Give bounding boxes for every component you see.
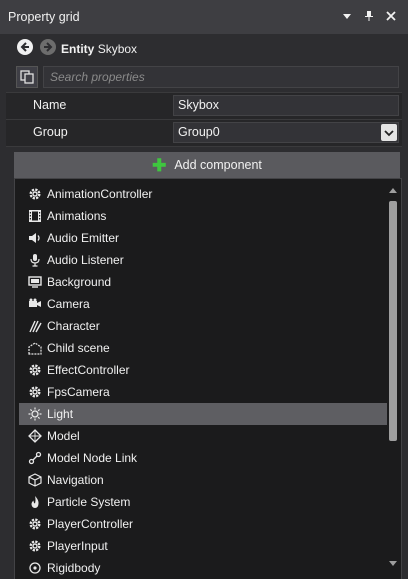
film-icon (27, 208, 43, 224)
scroll-down-icon[interactable] (387, 557, 399, 571)
component-item-label: Camera (47, 297, 90, 311)
model-icon (27, 428, 43, 444)
component-dropdown: AnimationController Animations Audio Emitt… (14, 178, 402, 579)
component-item-label: FpsCamera (47, 385, 110, 399)
component-item-camera[interactable]: Camera (19, 293, 387, 315)
component-item-audio-emitter[interactable]: Audio Emitter (19, 227, 387, 249)
pin-icon[interactable] (361, 8, 377, 24)
camera-icon (27, 296, 43, 312)
dropdown-menu-icon[interactable] (339, 8, 355, 24)
component-item-navigation[interactable]: Navigation (19, 469, 387, 491)
add-component-label: Add component (174, 158, 262, 172)
scroll-thumb[interactable] (389, 201, 397, 441)
back-arrow-icon[interactable] (17, 39, 33, 55)
component-item-label: Rigidbody (47, 561, 101, 575)
name-value: Skybox (178, 98, 219, 112)
component-item-label: Child scene (47, 341, 110, 355)
group-select[interactable]: Group0 (173, 122, 399, 143)
panel-titlebar: Property grid (0, 0, 408, 34)
search-input[interactable] (43, 66, 399, 88)
component-item-label: Light (47, 407, 74, 421)
gear-icon (27, 538, 43, 554)
component-item-label: EffectController (47, 363, 130, 377)
component-item-playerinput[interactable]: PlayerInput (19, 535, 387, 557)
gear-icon (27, 384, 43, 400)
component-item-playercontroller[interactable]: PlayerController (19, 513, 387, 535)
search-row (0, 62, 408, 92)
component-item-fpscamera[interactable]: FpsCamera (19, 381, 387, 403)
component-item-label: Audio Listener (47, 253, 124, 267)
add-component-button[interactable]: ✚ Add component (14, 152, 400, 178)
component-item-label: Audio Emitter (47, 231, 120, 245)
microphone-icon (27, 252, 43, 268)
component-item-label: Character (47, 319, 100, 333)
speaker-icon (27, 230, 43, 246)
component-item-particle-system[interactable]: Particle System (19, 491, 387, 513)
component-item-label: PlayerInput (47, 539, 108, 553)
component-item-label: Background (47, 275, 112, 289)
component-item-label: PlayerController (47, 517, 134, 531)
component-item-character[interactable]: Character (19, 315, 387, 337)
component-item-rigidbody[interactable]: Rigidbody (19, 557, 387, 579)
light-icon (27, 406, 43, 422)
component-item-label: Particle System (47, 495, 131, 509)
component-item-child-scene[interactable]: Child scene (19, 337, 387, 359)
entity-nav-bar: Entity Skybox (0, 34, 408, 62)
component-item-label: Model Node Link (47, 451, 138, 465)
component-item-model[interactable]: Model (19, 425, 387, 447)
entity-type: Entity (61, 42, 95, 56)
component-item-animationcontroller[interactable]: AnimationController (19, 183, 387, 205)
component-item-label: Model (47, 429, 80, 443)
component-item-audio-listener[interactable]: Audio Listener (19, 249, 387, 271)
panel-title: Property grid (8, 10, 80, 24)
vertical-scrollbar[interactable] (387, 183, 399, 579)
entity-name: Skybox (97, 42, 138, 56)
monitor-icon (27, 274, 43, 290)
name-field[interactable]: Skybox (173, 95, 399, 116)
component-item-background[interactable]: Background (19, 271, 387, 293)
component-item-light[interactable]: Light (19, 403, 387, 425)
gear-icon (27, 516, 43, 532)
component-item-animations[interactable]: Animations (19, 205, 387, 227)
component-item-label: Navigation (47, 473, 104, 487)
character-icon (27, 318, 43, 334)
gear-icon (27, 362, 43, 378)
close-icon[interactable] (383, 8, 399, 24)
child-scene-icon (27, 340, 43, 356)
chevron-down-icon[interactable] (381, 124, 397, 141)
plus-icon: ✚ (152, 155, 167, 175)
link-icon (27, 450, 43, 466)
component-item-effectcontroller[interactable]: EffectController (19, 359, 387, 381)
gear-icon (27, 186, 43, 202)
flame-icon (27, 494, 43, 510)
property-row-name: Name Skybox (6, 93, 402, 120)
copy-properties-icon[interactable] (16, 66, 38, 88)
group-value: Group0 (178, 125, 220, 139)
rigidbody-icon (27, 560, 43, 576)
component-item-model-node-link[interactable]: Model Node Link (19, 447, 387, 469)
forward-arrow-icon[interactable] (40, 39, 56, 55)
component-item-label: AnimationController (47, 187, 153, 201)
scroll-up-icon[interactable] (387, 183, 399, 197)
property-label: Group (33, 125, 68, 139)
property-row-group: Group Group0 (6, 120, 402, 147)
property-list: Name Skybox Group Group0 (6, 92, 402, 147)
cube-icon (27, 472, 43, 488)
component-item-label: Animations (47, 209, 107, 223)
entity-label: Entity Skybox (61, 42, 137, 56)
property-label: Name (33, 98, 67, 112)
component-list: AnimationController Animations Audio Emitt… (19, 183, 387, 579)
